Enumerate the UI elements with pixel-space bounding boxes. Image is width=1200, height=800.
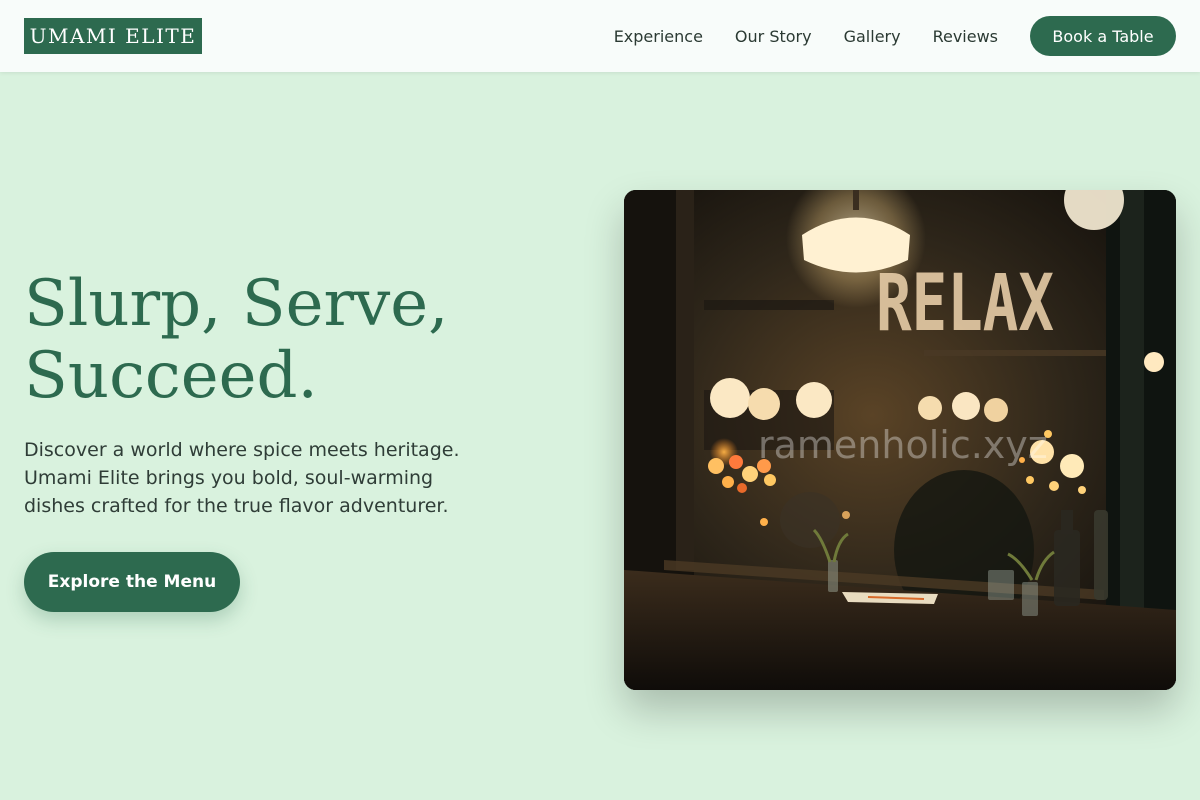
nav-link-experience[interactable]: Experience bbox=[614, 27, 703, 46]
nav-link-gallery[interactable]: Gallery bbox=[844, 27, 901, 46]
photo-watermark: ramenholic.xyz bbox=[758, 423, 1048, 467]
hero-title-line-1: Slurp, Serve, bbox=[24, 267, 449, 341]
book-table-button[interactable]: Book a Table bbox=[1030, 16, 1176, 56]
site-header: UMAMI ELITE Experience Our Story Gallery… bbox=[0, 0, 1200, 72]
nav-link-our-story[interactable]: Our Story bbox=[735, 27, 812, 46]
relax-sign-text: RELAX bbox=[876, 259, 1054, 349]
hero-title: Slurp, Serve, Succeed. bbox=[24, 268, 544, 412]
hero-title-line-2: Succeed. bbox=[24, 339, 318, 413]
logo[interactable]: UMAMI ELITE bbox=[24, 18, 202, 54]
explore-menu-button[interactable]: Explore the Menu bbox=[24, 552, 240, 612]
nav-link-reviews[interactable]: Reviews bbox=[933, 27, 998, 46]
hero-description: Discover a world where spice meets herit… bbox=[24, 439, 460, 517]
restaurant-photo: RELAX ramenholic.xyz bbox=[624, 190, 1176, 690]
main-nav: Experience Our Story Gallery Reviews Boo… bbox=[614, 16, 1176, 56]
